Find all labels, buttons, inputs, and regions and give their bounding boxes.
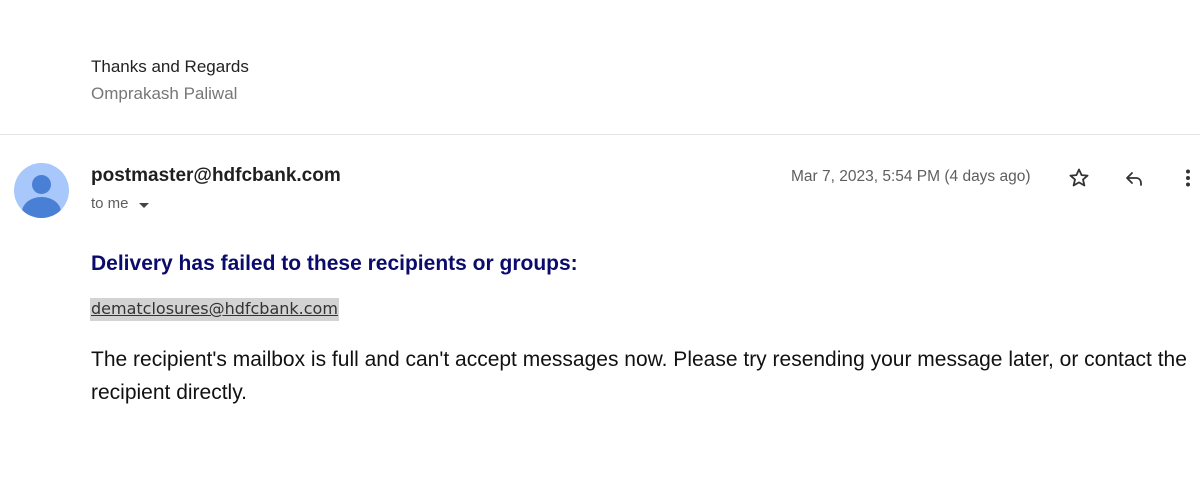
recipient-details-toggle[interactable]: to me <box>91 195 149 213</box>
message-date: Mar 7, 2023, 5:54 PM (4 days ago) <box>791 168 1031 185</box>
reply-button[interactable] <box>1120 164 1148 192</box>
star-icon <box>1069 168 1089 187</box>
failed-recipient-link[interactable]: dematclosures@hdfcbank.com <box>90 298 339 321</box>
recipient-label: to me <box>91 195 129 212</box>
signature-name: Omprakash Paliwal <box>91 84 238 103</box>
failure-explanation: The recipient's mailbox is full and can'… <box>91 348 1187 404</box>
sender-email[interactable]: postmaster@hdfcbank.com <box>91 165 341 187</box>
email-thread: Thanks and Regards Omprakash Paliwal pos… <box>0 0 1200 481</box>
avatar-body <box>22 197 61 218</box>
delivery-failure-heading: Delivery has failed to these recipients … <box>91 252 578 275</box>
avatar-head <box>32 175 51 194</box>
signature-closing: Thanks and Regards <box>91 57 249 76</box>
person-avatar-icon[interactable] <box>14 163 69 218</box>
caret-down-icon <box>138 202 149 208</box>
reply-icon <box>1126 172 1142 186</box>
star-button[interactable] <box>1065 164 1093 192</box>
more-options-button[interactable] <box>1174 164 1200 192</box>
message-divider <box>0 134 1200 135</box>
previous-message-signature: Thanks and Regards Omprakash Paliwal <box>91 57 249 104</box>
more-vert-icon <box>1186 169 1190 187</box>
